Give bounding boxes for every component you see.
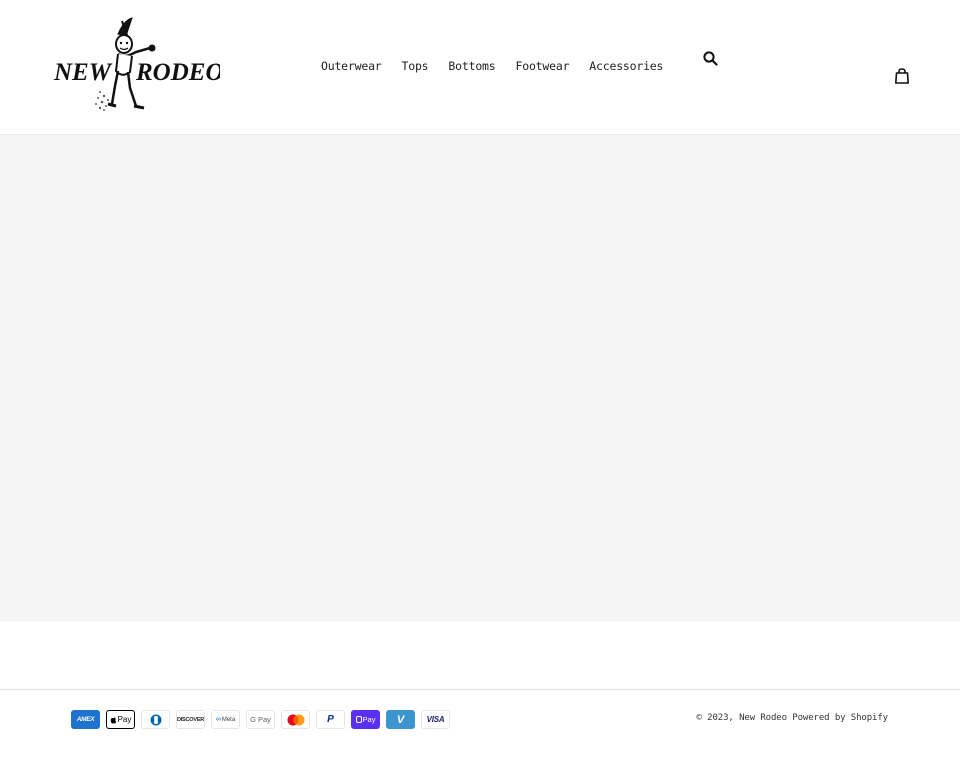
search-icon [703, 51, 718, 66]
main-content-placeholder [0, 134, 960, 622]
visa-icon: VISA [421, 710, 450, 729]
apple-pay-icon: Pay [106, 710, 135, 729]
svg-text:NEW: NEW [53, 59, 113, 86]
google-pay-icon: G Pay [246, 710, 275, 729]
american-express-icon: AMEX [71, 710, 100, 729]
site-footer: AMEX Pay DISCOVER ∞ Meta G Pay P Pay V V… [0, 689, 960, 777]
site-header: NEW RODEO Outerwear Tops Bottoms Footwea… [0, 0, 960, 134]
mastercard-icon [281, 710, 310, 729]
copyright-text: © 2023, [696, 713, 734, 723]
nav-item-accessories[interactable]: Accessories [582, 58, 670, 74]
copyright-notice: © 2023, New Rodeo Powered by Shopify [697, 713, 889, 723]
nav-item-tops[interactable]: Tops [395, 58, 436, 74]
shopping-bag-icon [895, 68, 909, 84]
new-rodeo-logo: NEW RODEO [53, 17, 224, 111]
nav-item-footwear[interactable]: Footwear [509, 58, 577, 74]
store-logo-link[interactable]: NEW RODEO [52, 16, 224, 116]
meta-pay-icon: ∞ Meta [211, 710, 240, 729]
discover-icon: DISCOVER [176, 710, 205, 729]
powered-by-shopify-link[interactable]: Powered by Shopify [792, 713, 888, 723]
diners-club-icon [141, 710, 170, 729]
nav-item-bottoms[interactable]: Bottoms [441, 58, 502, 74]
store-name-link[interactable]: New Rodeo [739, 713, 787, 723]
nav-item-outerwear[interactable]: Outerwear [314, 58, 389, 74]
search-button[interactable] [702, 50, 720, 68]
payment-methods-list: AMEX Pay DISCOVER ∞ Meta G Pay P Pay V V… [71, 710, 450, 729]
main-navigation: Outerwear Tops Bottoms Footwear Accessor… [314, 58, 676, 74]
venmo-icon: V [386, 710, 415, 729]
paypal-icon: P [316, 710, 345, 729]
svg-text:RODEO: RODEO [135, 59, 220, 86]
shop-pay-icon: Pay [351, 710, 380, 729]
cart-button[interactable] [893, 67, 911, 85]
